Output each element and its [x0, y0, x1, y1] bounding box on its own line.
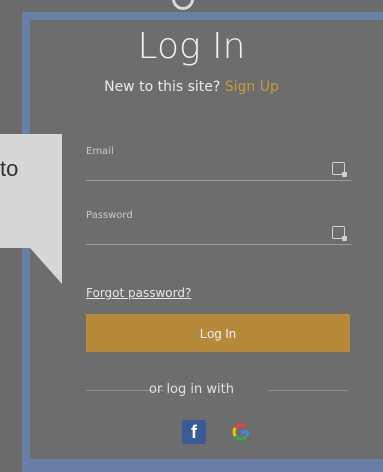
- autofill-icon[interactable]: [332, 162, 347, 177]
- tooltip-text: to: [0, 156, 19, 181]
- facebook-login-button[interactable]: f: [182, 420, 206, 444]
- tooltip-bubble: [0, 134, 62, 248]
- forgot-password-link[interactable]: Forgot password?: [86, 286, 191, 300]
- login-button[interactable]: Log In: [86, 314, 350, 352]
- google-icon: [232, 423, 250, 441]
- page-title: Log In: [137, 26, 246, 67]
- facebook-icon: f: [191, 421, 197, 442]
- autofill-icon[interactable]: [332, 226, 347, 241]
- signup-link[interactable]: Sign Up: [225, 79, 279, 95]
- signup-prompt: New to this site? Sign Up: [0, 79, 383, 95]
- partial-icon: [172, 0, 194, 10]
- signup-prompt-text: New to this site?: [104, 79, 221, 95]
- password-field[interactable]: [86, 218, 352, 245]
- tooltip-tail: [30, 248, 62, 284]
- email-field[interactable]: [86, 154, 352, 181]
- social-login-divider-text: or log in with: [149, 382, 234, 397]
- google-login-button[interactable]: [229, 420, 253, 444]
